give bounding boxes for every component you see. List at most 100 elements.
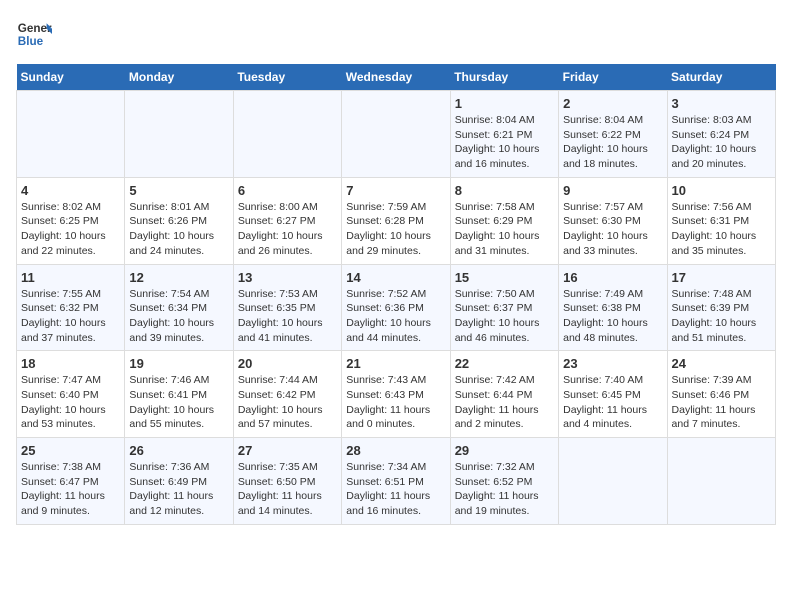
- weekday-header-friday: Friday: [559, 64, 667, 91]
- day-info: Sunrise: 7:34 AM Sunset: 6:51 PM Dayligh…: [346, 460, 445, 519]
- day-number: 13: [238, 270, 337, 285]
- calendar-cell: 4Sunrise: 8:02 AM Sunset: 6:25 PM Daylig…: [17, 177, 125, 264]
- day-number: 4: [21, 183, 120, 198]
- day-number: 25: [21, 443, 120, 458]
- calendar-cell: 13 Sunrise: 7:53 AM Sunset: 6:35 PM Dayli…: [233, 264, 341, 351]
- day-info: Sunrise: 7:44 AM Sunset: 6:42 PM Dayligh…: [238, 373, 337, 432]
- calendar-cell: 27 Sunrise: 7:35 AM Sunset: 6:50 PM Dayli…: [233, 438, 341, 525]
- day-number: 1: [455, 96, 554, 111]
- day-number: 20: [238, 356, 337, 371]
- day-info: Sunrise: 7:56 AM Sunset: 6:31 PM Dayligh…: [672, 200, 771, 259]
- day-info: Sunrise: 7:50 AM Sunset: 6:37 PM Dayligh…: [455, 287, 554, 346]
- day-info: Sunrise: 7:46 AM Sunset: 6:41 PM Dayligh…: [129, 373, 228, 432]
- day-info: Sunrise: 7:40 AM Sunset: 6:45 PM Dayligh…: [563, 373, 662, 432]
- day-info: Sunrise: 7:35 AM Sunset: 6:50 PM Dayligh…: [238, 460, 337, 519]
- calendar-cell: 14Sunrise: 7:52 AM Sunset: 6:36 PM Dayli…: [342, 264, 450, 351]
- day-number: 22: [455, 356, 554, 371]
- day-info: Sunrise: 7:54 AM Sunset: 6:34 PM Dayligh…: [129, 287, 228, 346]
- svg-text:Blue: Blue: [18, 35, 44, 48]
- calendar-cell: [667, 438, 775, 525]
- calendar-cell: 18Sunrise: 7:47 AM Sunset: 6:40 PM Dayli…: [17, 351, 125, 438]
- day-info: Sunrise: 7:57 AM Sunset: 6:30 PM Dayligh…: [563, 200, 662, 259]
- day-number: 2: [563, 96, 662, 111]
- calendar-cell: 20 Sunrise: 7:44 AM Sunset: 6:42 PM Dayli…: [233, 351, 341, 438]
- day-number: 24: [672, 356, 771, 371]
- calendar-cell: [559, 438, 667, 525]
- calendar-cell: 6 Sunrise: 8:00 AM Sunset: 6:27 PM Daylig…: [233, 177, 341, 264]
- calendar-cell: 24 Sunrise: 7:39 AM Sunset: 6:46 PM Dayli…: [667, 351, 775, 438]
- day-number: 27: [238, 443, 337, 458]
- calendar-week-row: 1 Sunrise: 8:04 AM Sunset: 6:21 PM Daylig…: [17, 91, 776, 178]
- logo: General Blue: [16, 16, 52, 52]
- day-number: 9: [563, 183, 662, 198]
- day-info: Sunrise: 8:03 AM Sunset: 6:24 PM Dayligh…: [672, 113, 771, 172]
- calendar-cell: 9 Sunrise: 7:57 AM Sunset: 6:30 PM Daylig…: [559, 177, 667, 264]
- calendar-cell: 29 Sunrise: 7:32 AM Sunset: 6:52 PM Dayli…: [450, 438, 558, 525]
- day-number: 19: [129, 356, 228, 371]
- day-number: 15: [455, 270, 554, 285]
- calendar-cell: [233, 91, 341, 178]
- calendar-cell: [17, 91, 125, 178]
- day-info: Sunrise: 8:04 AM Sunset: 6:22 PM Dayligh…: [563, 113, 662, 172]
- day-info: Sunrise: 7:53 AM Sunset: 6:35 PM Dayligh…: [238, 287, 337, 346]
- calendar-cell: 21 Sunrise: 7:43 AM Sunset: 6:43 PM Dayli…: [342, 351, 450, 438]
- day-number: 10: [672, 183, 771, 198]
- weekday-header-row: SundayMondayTuesdayWednesdayThursdayFrid…: [17, 64, 776, 91]
- day-info: Sunrise: 7:48 AM Sunset: 6:39 PM Dayligh…: [672, 287, 771, 346]
- calendar-cell: 28 Sunrise: 7:34 AM Sunset: 6:51 PM Dayli…: [342, 438, 450, 525]
- day-number: 5: [129, 183, 228, 198]
- calendar-week-row: 11 Sunrise: 7:55 AM Sunset: 6:32 PM Dayli…: [17, 264, 776, 351]
- calendar-cell: 12Sunrise: 7:54 AM Sunset: 6:34 PM Dayli…: [125, 264, 233, 351]
- day-number: 7: [346, 183, 445, 198]
- day-number: 21: [346, 356, 445, 371]
- calendar-cell: 15 Sunrise: 7:50 AM Sunset: 6:37 PM Dayli…: [450, 264, 558, 351]
- day-number: 18: [21, 356, 120, 371]
- day-number: 23: [563, 356, 662, 371]
- weekday-header-monday: Monday: [125, 64, 233, 91]
- day-info: Sunrise: 8:01 AM Sunset: 6:26 PM Dayligh…: [129, 200, 228, 259]
- weekday-header-sunday: Sunday: [17, 64, 125, 91]
- calendar-table: SundayMondayTuesdayWednesdayThursdayFrid…: [16, 64, 776, 525]
- day-number: 8: [455, 183, 554, 198]
- day-number: 16: [563, 270, 662, 285]
- logo-icon: General Blue: [16, 16, 52, 52]
- day-info: Sunrise: 7:43 AM Sunset: 6:43 PM Dayligh…: [346, 373, 445, 432]
- day-info: Sunrise: 8:04 AM Sunset: 6:21 PM Dayligh…: [455, 113, 554, 172]
- day-info: Sunrise: 7:36 AM Sunset: 6:49 PM Dayligh…: [129, 460, 228, 519]
- day-info: Sunrise: 7:49 AM Sunset: 6:38 PM Dayligh…: [563, 287, 662, 346]
- day-number: 26: [129, 443, 228, 458]
- calendar-cell: 17 Sunrise: 7:48 AM Sunset: 6:39 PM Dayli…: [667, 264, 775, 351]
- calendar-cell: 23 Sunrise: 7:40 AM Sunset: 6:45 PM Dayli…: [559, 351, 667, 438]
- day-info: Sunrise: 7:32 AM Sunset: 6:52 PM Dayligh…: [455, 460, 554, 519]
- day-info: Sunrise: 7:59 AM Sunset: 6:28 PM Dayligh…: [346, 200, 445, 259]
- day-number: 14: [346, 270, 445, 285]
- weekday-header-tuesday: Tuesday: [233, 64, 341, 91]
- calendar-week-row: 4Sunrise: 8:02 AM Sunset: 6:25 PM Daylig…: [17, 177, 776, 264]
- calendar-cell: 8 Sunrise: 7:58 AM Sunset: 6:29 PM Daylig…: [450, 177, 558, 264]
- calendar-cell: [342, 91, 450, 178]
- calendar-cell: 25Sunrise: 7:38 AM Sunset: 6:47 PM Dayli…: [17, 438, 125, 525]
- calendar-cell: 5 Sunrise: 8:01 AM Sunset: 6:26 PM Daylig…: [125, 177, 233, 264]
- day-number: 11: [21, 270, 120, 285]
- calendar-cell: [125, 91, 233, 178]
- page-header: General Blue: [16, 16, 776, 52]
- day-info: Sunrise: 8:00 AM Sunset: 6:27 PM Dayligh…: [238, 200, 337, 259]
- day-number: 17: [672, 270, 771, 285]
- calendar-cell: 11 Sunrise: 7:55 AM Sunset: 6:32 PM Dayli…: [17, 264, 125, 351]
- calendar-cell: 1 Sunrise: 8:04 AM Sunset: 6:21 PM Daylig…: [450, 91, 558, 178]
- day-number: 28: [346, 443, 445, 458]
- day-number: 3: [672, 96, 771, 111]
- day-info: Sunrise: 7:55 AM Sunset: 6:32 PM Dayligh…: [21, 287, 120, 346]
- day-info: Sunrise: 7:58 AM Sunset: 6:29 PM Dayligh…: [455, 200, 554, 259]
- calendar-cell: 10 Sunrise: 7:56 AM Sunset: 6:31 PM Dayli…: [667, 177, 775, 264]
- calendar-cell: 16 Sunrise: 7:49 AM Sunset: 6:38 PM Dayli…: [559, 264, 667, 351]
- calendar-cell: 3 Sunrise: 8:03 AM Sunset: 6:24 PM Daylig…: [667, 91, 775, 178]
- day-info: Sunrise: 7:42 AM Sunset: 6:44 PM Dayligh…: [455, 373, 554, 432]
- day-info: Sunrise: 7:39 AM Sunset: 6:46 PM Dayligh…: [672, 373, 771, 432]
- calendar-cell: 2 Sunrise: 8:04 AM Sunset: 6:22 PM Daylig…: [559, 91, 667, 178]
- calendar-week-row: 25Sunrise: 7:38 AM Sunset: 6:47 PM Dayli…: [17, 438, 776, 525]
- calendar-week-row: 18Sunrise: 7:47 AM Sunset: 6:40 PM Dayli…: [17, 351, 776, 438]
- calendar-cell: 19 Sunrise: 7:46 AM Sunset: 6:41 PM Dayli…: [125, 351, 233, 438]
- day-number: 29: [455, 443, 554, 458]
- day-number: 6: [238, 183, 337, 198]
